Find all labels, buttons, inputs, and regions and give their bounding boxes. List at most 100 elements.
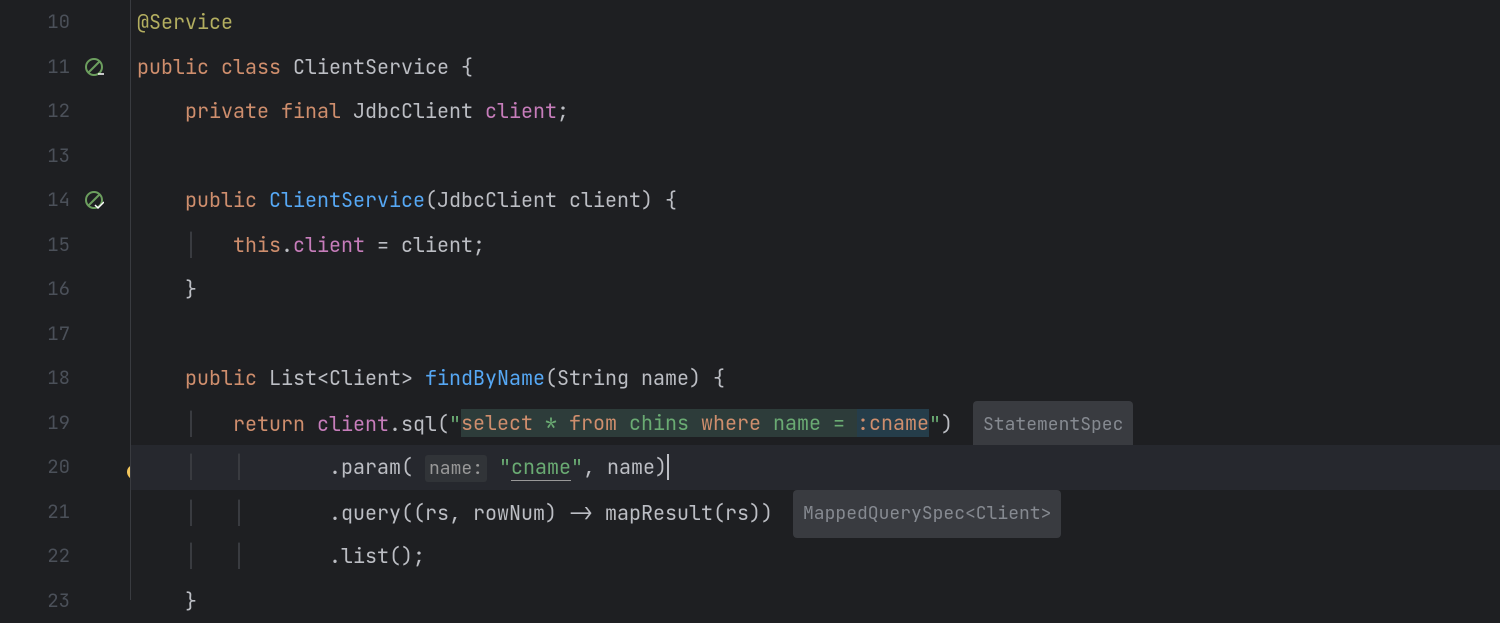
dot: . bbox=[329, 499, 341, 525]
var: client bbox=[317, 410, 389, 436]
gutter-line[interactable]: 20 bbox=[0, 445, 110, 490]
sql: chins bbox=[617, 410, 701, 436]
constructor: ClientService bbox=[269, 187, 425, 213]
code-line[interactable]: @Service bbox=[131, 0, 1500, 45]
gutter-line[interactable]: 23 bbox=[0, 579, 110, 623]
gutter-line[interactable]: 13 bbox=[0, 134, 110, 179]
keyword: public bbox=[185, 187, 257, 213]
code-line[interactable]: public ClientService(JdbcClient client) … bbox=[131, 178, 1500, 223]
code-line[interactable]: } bbox=[131, 579, 1500, 623]
quote: " bbox=[929, 410, 941, 436]
gutter-line[interactable]: 14 bbox=[0, 178, 110, 223]
keyword: class bbox=[221, 54, 281, 80]
code-line[interactable]: │ this.client = client; bbox=[131, 223, 1500, 268]
method-call: query bbox=[341, 499, 401, 525]
code-line-active[interactable]: │ │ .param( name: "cname", name) bbox=[131, 445, 1500, 490]
gutter-line[interactable]: 12 bbox=[0, 89, 110, 134]
gutter-line[interactable]: 15 bbox=[0, 223, 110, 268]
method-call: mapResult bbox=[605, 499, 713, 525]
gt: > bbox=[401, 365, 413, 391]
line-number: 19 bbox=[47, 401, 110, 446]
text-cursor bbox=[667, 454, 669, 480]
comma: , bbox=[583, 454, 607, 480]
code-line[interactable]: public class ClientService { bbox=[131, 45, 1500, 90]
gutter-line[interactable]: 21 bbox=[0, 490, 110, 535]
parens: () bbox=[389, 543, 413, 569]
line-number: 16 bbox=[47, 267, 110, 312]
gutter-line[interactable]: 22 bbox=[0, 534, 110, 579]
code-line[interactable] bbox=[131, 312, 1500, 357]
gutter: 10 11 12 13 14 bbox=[0, 0, 130, 600]
paren: ( bbox=[545, 365, 557, 391]
gutter-line[interactable]: 18 bbox=[0, 356, 110, 401]
param: client bbox=[569, 187, 641, 213]
sql-keyword: where bbox=[701, 410, 761, 436]
quote: " bbox=[571, 454, 583, 480]
generic: Client bbox=[329, 365, 401, 391]
comma: , bbox=[449, 499, 473, 525]
sql-param: :cname bbox=[857, 410, 929, 436]
paren: ) bbox=[941, 410, 953, 436]
paren: ( bbox=[713, 499, 725, 525]
code-line[interactable]: } bbox=[131, 267, 1500, 312]
line-number: 13 bbox=[47, 134, 110, 179]
string: cname bbox=[511, 454, 571, 481]
paren: ( bbox=[437, 410, 449, 436]
param: rs bbox=[425, 499, 449, 525]
paren: ( bbox=[425, 187, 437, 213]
line-number: 22 bbox=[47, 534, 110, 579]
method-call: param bbox=[341, 454, 401, 480]
code-line[interactable] bbox=[131, 134, 1500, 179]
keyword: final bbox=[281, 98, 341, 124]
line-number: 20 bbox=[47, 445, 110, 490]
assign: = bbox=[365, 232, 401, 258]
arrow: -> bbox=[557, 499, 605, 525]
paren: ) bbox=[545, 499, 557, 525]
field: client bbox=[293, 232, 365, 258]
code-area[interactable]: @Service public class ClientService { pr… bbox=[130, 0, 1500, 600]
code-line[interactable]: private final JdbcClient client; bbox=[131, 89, 1500, 134]
line-number: 23 bbox=[47, 579, 110, 623]
code-editor: 10 11 12 13 14 bbox=[0, 0, 1500, 600]
code-line[interactable]: │ │ .query((rs, rowNum) -> mapResult(rs)… bbox=[131, 490, 1500, 535]
type: JdbcClient bbox=[353, 98, 473, 124]
brace: { bbox=[665, 187, 677, 213]
brace: { bbox=[713, 365, 725, 391]
param: name bbox=[641, 365, 689, 391]
quote: " bbox=[449, 410, 461, 436]
field: client bbox=[485, 98, 557, 124]
line-number: 21 bbox=[47, 490, 110, 535]
sql: name bbox=[761, 410, 833, 436]
gutter-line[interactable]: 11 bbox=[0, 45, 110, 90]
param: rowNum bbox=[473, 499, 545, 525]
arg: rs bbox=[725, 499, 749, 525]
annotation: @Service bbox=[137, 9, 233, 35]
gutter-line[interactable]: 19 bbox=[0, 401, 110, 446]
lt: < bbox=[317, 365, 329, 391]
method: findByName bbox=[425, 365, 545, 391]
class-name: ClientService bbox=[293, 54, 449, 80]
line-number: 12 bbox=[47, 89, 110, 134]
type: JdbcClient bbox=[437, 187, 557, 213]
dot: . bbox=[281, 232, 293, 258]
dot: . bbox=[389, 410, 401, 436]
var: name bbox=[607, 454, 655, 480]
code-line[interactable]: │ return client.sql("select * from chins… bbox=[131, 401, 1500, 446]
code-line[interactable]: public List<Client> findByName(String na… bbox=[131, 356, 1500, 401]
gutter-line[interactable]: 10 bbox=[0, 0, 110, 45]
keyword: this bbox=[233, 232, 281, 258]
brace: } bbox=[185, 276, 197, 302]
param-hint: name: bbox=[425, 455, 487, 482]
no-usages-icon[interactable] bbox=[83, 56, 105, 78]
paren: )) bbox=[749, 499, 773, 525]
code-line[interactable]: │ │ .list(); bbox=[131, 534, 1500, 579]
gutter-line[interactable]: 17 bbox=[0, 312, 110, 357]
sql-keyword: from bbox=[569, 410, 617, 436]
paren: (( bbox=[401, 499, 425, 525]
semicolon: ; bbox=[413, 543, 425, 569]
keyword: private bbox=[185, 98, 269, 124]
bean-icon[interactable] bbox=[83, 189, 105, 211]
var: client bbox=[401, 232, 473, 258]
semicolon: ; bbox=[473, 232, 485, 258]
gutter-line[interactable]: 16 bbox=[0, 267, 110, 312]
